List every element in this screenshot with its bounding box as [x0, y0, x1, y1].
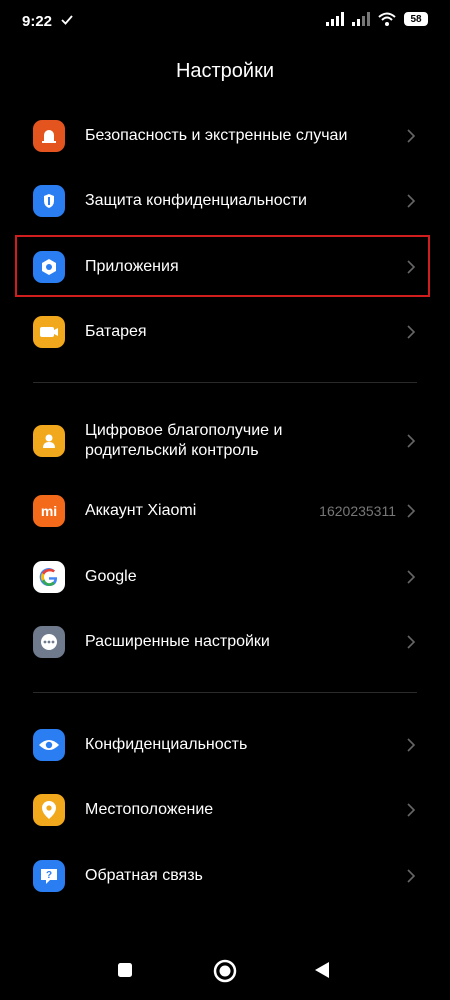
emergency-bell-icon: [33, 120, 65, 152]
settings-item-location[interactable]: Местоположение: [16, 779, 430, 841]
settings-item-label: Защита конфиденциальности: [85, 192, 307, 209]
account-id: 1620235311: [319, 503, 396, 519]
settings-item-label: Обратная связь: [85, 867, 203, 884]
chevron-right-icon: [407, 129, 416, 143]
settings-item-label: Расширенные настройки: [85, 633, 270, 650]
recents-button[interactable]: [117, 962, 133, 978]
chevron-right-icon: [407, 194, 416, 208]
settings-item-battery[interactable]: Батарея: [16, 301, 430, 363]
settings-item-label: Конфиденциальность: [85, 736, 248, 753]
chevron-right-icon: [407, 260, 416, 274]
status-bar: 9:22 58: [0, 0, 450, 44]
chevron-right-icon: [407, 570, 416, 584]
settings-item-label: Цифровое благополучие и родительский кон…: [85, 421, 282, 461]
status-time: 9:22: [22, 13, 53, 30]
wifi-icon: [378, 12, 396, 26]
settings-item-label: Местоположение: [85, 801, 214, 818]
settings-item-google[interactable]: Google: [16, 546, 430, 608]
navigation-bar: [0, 940, 450, 1000]
settings-item-label: Приложения: [85, 258, 179, 275]
battery-icon: [33, 316, 65, 348]
chevron-right-icon: [407, 434, 416, 448]
battery-indicator: 58: [404, 12, 428, 26]
back-button[interactable]: [313, 961, 331, 979]
settings-item-digital-wellbeing[interactable]: Цифровое благополучие и родительский кон…: [16, 410, 430, 472]
chevron-right-icon: [407, 325, 416, 339]
label-line-1: Цифровое благополучие и: [85, 422, 283, 439]
svg-text:?: ?: [46, 870, 52, 881]
settings-item-feedback[interactable]: ? Обратная связь: [16, 845, 430, 907]
label-line-2: родительский контроль: [85, 442, 259, 459]
apps-gear-icon: [33, 251, 65, 283]
privacy-protection-icon: [33, 185, 65, 217]
more-options-icon: [33, 626, 65, 658]
check-icon: [61, 15, 73, 25]
feedback-icon: ?: [33, 860, 65, 892]
xiaomi-logo-icon: mi: [33, 495, 65, 527]
settings-item-label: Батарея: [85, 323, 147, 340]
page-title: Настройки: [175, 60, 275, 82]
settings-item-label: Аккаунт Xiaomi: [85, 502, 197, 519]
section-divider: [33, 692, 417, 693]
chevron-right-icon: [407, 869, 416, 883]
settings-item-additional-settings[interactable]: Расширенные настройки: [16, 611, 430, 673]
signal-icon: [326, 12, 344, 26]
settings-item-label: Безопасность и экстренные случаи: [85, 127, 348, 144]
eye-icon: [33, 729, 65, 761]
settings-item-privacy[interactable]: Конфиденциальность: [16, 714, 430, 776]
google-icon: [33, 561, 65, 593]
digital-wellbeing-icon: [33, 425, 65, 457]
xiaomi-logo-text: mi: [40, 503, 58, 519]
chevron-right-icon: [407, 635, 416, 649]
location-pin-icon: [33, 794, 65, 826]
settings-item-xiaomi-account[interactable]: mi Аккаунт Xiaomi 1620235311: [16, 480, 430, 542]
settings-item-security-emergency[interactable]: Безопасность и экстренные случаи: [16, 105, 430, 167]
settings-item-label: Google: [85, 568, 137, 585]
chevron-right-icon: [407, 738, 416, 752]
settings-item-privacy-protection[interactable]: Защита конфиденциальности: [16, 170, 430, 232]
signal-icon-2: [352, 12, 370, 26]
chevron-right-icon: [407, 803, 416, 817]
settings-item-apps[interactable]: Приложения: [16, 236, 430, 298]
home-button[interactable]: [213, 959, 237, 983]
chevron-right-icon: [407, 504, 416, 518]
section-divider: [33, 382, 417, 383]
